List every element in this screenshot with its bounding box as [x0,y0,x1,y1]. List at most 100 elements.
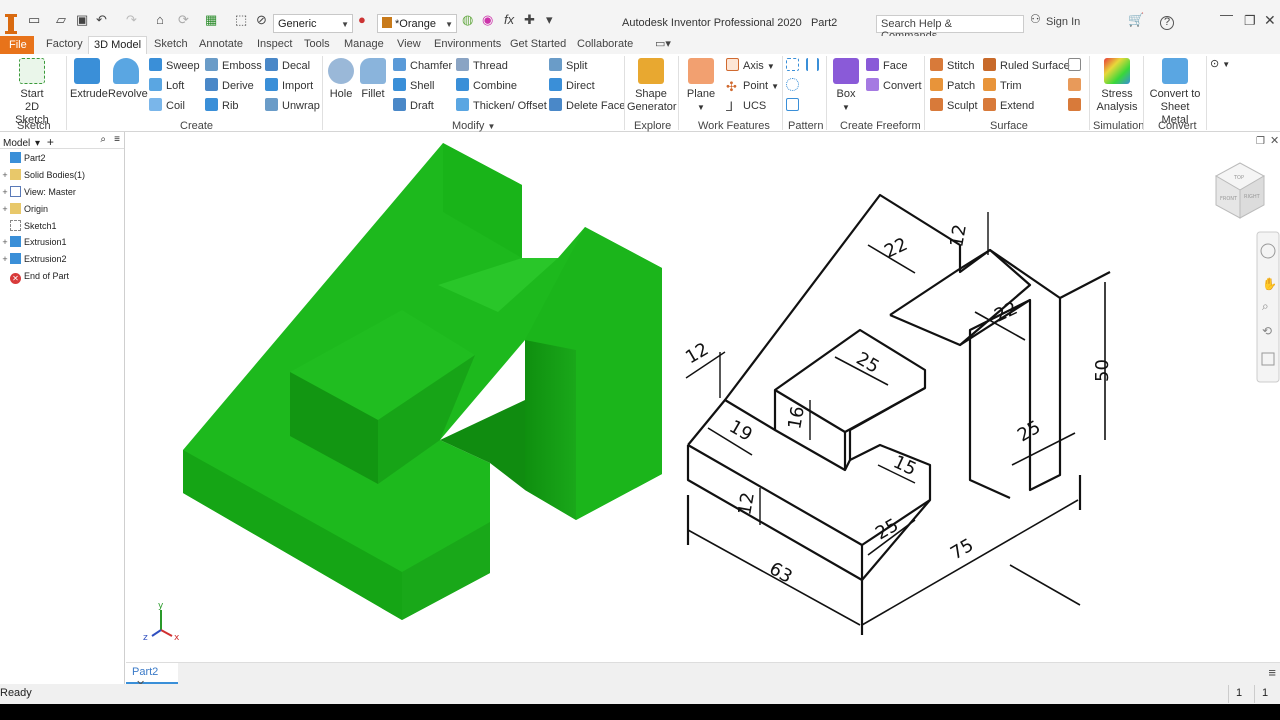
appearance-select[interactable]: *Orange ▼ [377,14,457,33]
chamfer-button[interactable]: Chamfer [393,58,452,74]
customize-icon[interactable]: ▾ [546,13,553,26]
tab-factory[interactable]: Factory [45,38,84,50]
decal-button[interactable]: Decal [265,58,310,74]
add-browser-icon[interactable]: + [47,135,54,149]
derive-button[interactable]: Derive [205,78,254,94]
close-canvas-icon[interactable]: ✕ [1270,134,1279,147]
new-icon[interactable]: ▭ [28,13,40,26]
panel-modify[interactable]: Modify ▼ [452,120,495,132]
no-entry-icon[interactable]: ⊘ [256,13,267,26]
update-icon[interactable]: ⟳ [178,13,189,26]
tab-view[interactable]: View [396,38,422,50]
browser-dropdown-icon[interactable]: ▾ [35,138,40,149]
tree-node-origin[interactable]: + Origin [0,201,48,217]
tab-inspect[interactable]: Inspect [256,38,293,50]
home-icon[interactable]: ⌂ [156,13,164,26]
fillet-button[interactable]: Fillet [358,58,388,101]
revolve-button[interactable]: Revolve [108,58,148,101]
fit-mesh-button[interactable] [1068,78,1085,94]
tab-file[interactable]: File [0,36,34,54]
face-button[interactable]: Face [866,58,907,74]
select-tool-icon[interactable]: ⬚ [235,13,247,26]
freeform-box-button[interactable]: Box ▼ [830,58,862,114]
graphics-window[interactable]: 22 12 22 12 25 50 19 16 25 15 12 25 63 7… [126,132,1280,662]
tab-manage[interactable]: Manage [343,38,385,50]
ribbon-options-icon[interactable]: ▭▾ [654,37,672,50]
import-button[interactable]: Import [265,78,313,94]
point-button[interactable]: ✣ Point ▼ [726,78,779,94]
material-select[interactable]: Generic ▼ [273,14,353,33]
shell-button[interactable]: Shell [393,78,434,94]
viewport-svg[interactable]: 22 12 22 12 25 50 19 16 25 15 12 25 63 7… [126,132,1280,662]
circular-pattern-button[interactable] [786,78,803,94]
loft-button[interactable]: Loft [149,78,184,94]
tab-environments[interactable]: Environments [433,38,502,50]
pan-icon[interactable]: ✋ [1262,277,1277,291]
face-replace-button[interactable] [1068,98,1085,114]
cart-icon[interactable]: 🛒 [1128,13,1144,26]
orbit-icon[interactable]: ⟲ [1262,324,1272,338]
tree-node-view[interactable]: + View: Master [0,184,76,200]
tab-get-started[interactable]: Get Started [509,38,567,50]
rib-button[interactable]: Rib [205,98,239,114]
expand-icon[interactable]: + [0,184,10,200]
thicken-offset-button[interactable]: Thicken/ Offset [456,98,547,114]
trim-button[interactable]: Trim [983,78,1022,94]
patch-button[interactable]: Patch [930,78,975,94]
extrude-button[interactable]: Extrude [70,58,108,101]
fx-icon[interactable]: fx [504,13,514,26]
emboss-button[interactable]: Emboss [205,58,262,74]
restore-canvas-icon[interactable]: ❐ [1256,136,1265,147]
tab-annotate[interactable]: Annotate [198,38,244,50]
undo-icon[interactable]: ↶ [96,13,107,26]
select-icon[interactable]: ▦ [205,13,217,26]
stitch-button[interactable]: Stitch [930,58,975,74]
shape-generator-button[interactable]: Shape Generator [627,58,677,114]
direct-button[interactable]: Direct [549,78,595,94]
tab-collaborate[interactable]: Collaborate [576,38,634,50]
expand-icon[interactable]: + [0,251,10,267]
expand-icon[interactable]: + [0,167,10,183]
sketch-pattern-button[interactable] [786,98,803,114]
axis-button[interactable]: Axis ▼ [726,58,775,74]
tree-node-end-of-part[interactable]: ✕ End of Part [0,268,69,284]
help-icon[interactable]: ? [1160,16,1174,30]
rectangular-pattern-button[interactable] [786,58,803,74]
tree-node-sketch1[interactable]: Sketch1 [0,218,57,234]
tree-node-extrusion1[interactable]: + Extrusion1 [0,234,67,250]
draft-button[interactable]: Draft [393,98,434,114]
combine-button[interactable]: Combine [456,78,517,94]
minimize-icon[interactable]: — [1220,8,1233,21]
unwrap-button[interactable]: Unwrap [265,98,320,114]
search-input[interactable]: Search Help & Commands... [876,15,1024,42]
clear-appearance-icon[interactable]: ◍ [462,13,473,26]
sweep-button[interactable]: Sweep [149,58,200,74]
sculpt-button[interactable]: Sculpt [930,98,978,114]
start-2d-sketch-button[interactable]: Start 2D Sketch [8,58,56,127]
repair-button[interactable] [1068,58,1085,74]
tree-node-part[interactable]: Part2 [0,150,46,166]
delete-face-button[interactable]: Delete Face [549,98,625,114]
expand-icon[interactable]: + [0,201,10,217]
close-icon[interactable]: ✕ [1264,13,1276,27]
extend-button[interactable]: Extend [983,98,1034,114]
browser-title[interactable]: Model [3,138,30,149]
restore-icon[interactable]: ❐ [1244,14,1256,27]
tab-3d-model[interactable]: 3D Model [88,36,148,54]
tab-tools[interactable]: Tools [303,38,331,50]
search-icon[interactable]: ⌕ [100,134,106,145]
convert-button[interactable]: Convert [866,78,922,94]
convert-to-sheet-metal-button[interactable]: Convert to Sheet Metal [1146,58,1204,127]
ucs-button[interactable]: ⅃ UCS [726,98,766,114]
hole-button[interactable]: Hole [326,58,356,101]
mirror-button[interactable] [806,58,823,74]
stress-analysis-button[interactable]: Stress Analysis [1094,58,1140,114]
zoom-icon[interactable]: ⌕ [1262,299,1269,313]
adjust-icon[interactable]: ◉ [482,13,493,26]
tree-node-extrusion2[interactable]: + Extrusion2 [0,251,67,267]
coil-button[interactable]: Coil [149,98,185,114]
tab-sketch[interactable]: Sketch [153,38,189,50]
doc-tab-part2[interactable]: Part2 ✕ [126,663,178,691]
expand-icon[interactable]: + [0,234,10,250]
redo-icon[interactable]: ↷ [126,13,137,26]
